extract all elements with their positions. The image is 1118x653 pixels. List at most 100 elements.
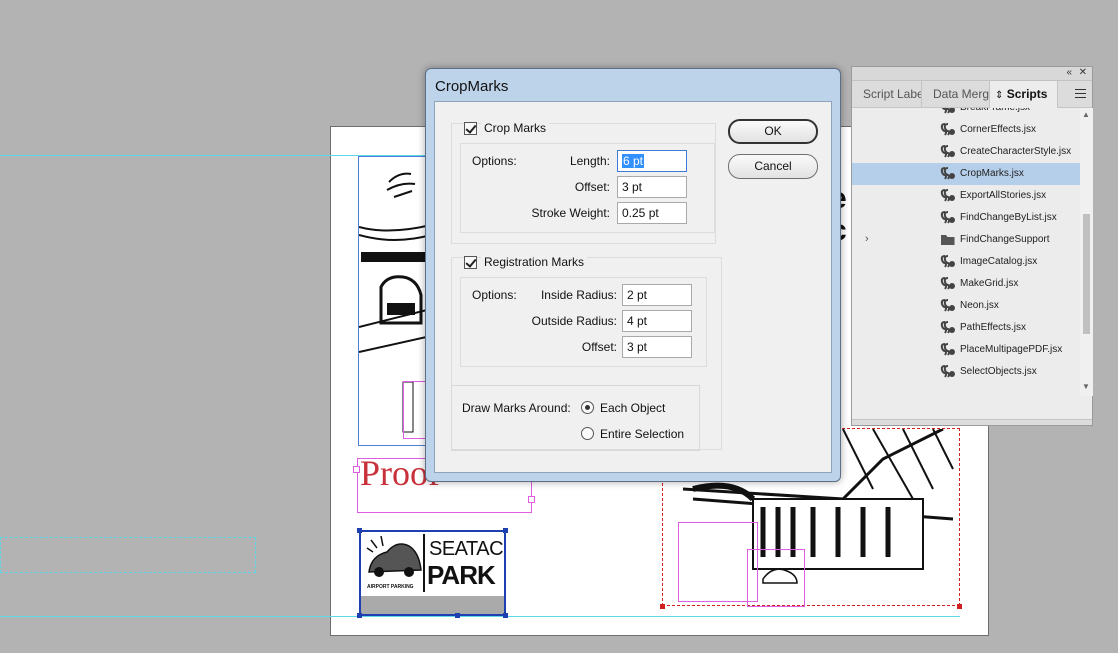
script-row[interactable]: BreakFrame.jsx <box>852 108 1080 119</box>
logo-park-text: PARK <box>427 560 496 590</box>
script-name: FindChangeByList.jsx <box>960 212 1057 223</box>
each-object-radio[interactable] <box>581 401 594 414</box>
reg-offset-field[interactable]: 3 pt <box>622 336 692 358</box>
script-file-icon <box>940 299 955 312</box>
script-row[interactable]: CropMarks.jsx <box>852 163 1080 185</box>
script-name: ExportAllStories.jsx <box>960 190 1047 201</box>
inside-radius-field[interactable]: 2 pt <box>622 284 692 306</box>
length-value: 6 pt <box>622 154 645 168</box>
frame-handle[interactable] <box>357 528 362 533</box>
script-file-icon <box>940 277 955 290</box>
script-row[interactable]: MakeGrid.jsx <box>852 273 1080 295</box>
script-file-icon <box>940 123 955 136</box>
length-label: Length: <box>569 154 610 168</box>
frame-handle[interactable] <box>357 613 362 618</box>
tab-scripts-label: Scripts <box>1006 87 1048 101</box>
panel-tabs: Script Labe Data Merge ⇕ Scripts <box>852 81 1092 108</box>
image-frame-small-right-a[interactable] <box>678 522 758 602</box>
script-folder-row[interactable]: › FindChangeSupport <box>852 229 1080 251</box>
reg-offset-label: Offset: <box>581 340 617 354</box>
tab-data-merge[interactable]: Data Merge <box>922 81 990 108</box>
script-row[interactable]: ImageCatalog.jsx <box>852 251 1080 273</box>
dialog-body: Crop Marks Options: Length: 6 pt Offset:… <box>434 101 832 473</box>
script-name: CreateCharacterStyle.jsx <box>960 146 1072 157</box>
script-name: PathEffects.jsx <box>960 322 1026 333</box>
registration-marks-checkbox[interactable] <box>464 256 477 269</box>
frame-handle[interactable] <box>957 604 962 609</box>
expand-chevron-icon[interactable]: › <box>865 233 869 245</box>
scroll-up-icon[interactable]: ▲ <box>1082 110 1090 119</box>
image-frame-small-right-b[interactable] <box>747 549 805 607</box>
sort-icon: ⇕ <box>995 90 1004 101</box>
logo-seatac-text: SEATAC <box>429 538 504 560</box>
script-row[interactable]: PlaceMultipagePDF.jsx <box>852 339 1080 361</box>
tab-scripts[interactable]: ⇕ Scripts <box>990 81 1058 108</box>
each-object-label[interactable]: Each Object <box>600 401 665 415</box>
frame-handle[interactable] <box>503 613 508 618</box>
script-name: FindChangeSupport <box>960 234 1050 245</box>
script-file-icon <box>940 365 955 378</box>
scrollbar-thumb[interactable] <box>1083 214 1090 334</box>
empty-text-frame[interactable] <box>0 537 256 573</box>
cropmarks-dialog: CropMarks Crop Marks Options: Length: 6 … <box>425 68 841 482</box>
draw-marks-label: Draw Marks Around: <box>462 401 571 415</box>
cancel-button[interactable]: Cancel <box>728 154 818 179</box>
frame-handle[interactable] <box>528 496 535 503</box>
script-file-icon <box>941 108 955 114</box>
script-row[interactable]: Neon.jsx <box>852 295 1080 317</box>
script-name: PlaceMultipagePDF.jsx <box>960 344 1063 355</box>
script-row[interactable]: CornerEffects.jsx <box>852 119 1080 141</box>
close-panel-icon[interactable]: ✕ <box>1079 67 1087 78</box>
scroll-down-icon[interactable]: ▼ <box>1082 382 1090 391</box>
registration-marks-label: Registration Marks <box>481 255 588 269</box>
entire-selection-radio[interactable] <box>581 427 594 440</box>
length-field[interactable]: 6 pt <box>617 150 687 172</box>
stroke-weight-label: Stroke Weight: <box>531 206 610 220</box>
ok-button[interactable]: OK <box>728 119 818 144</box>
script-file-icon <box>940 321 955 334</box>
script-row[interactable]: FindChangeByList.jsx <box>852 207 1080 229</box>
script-row[interactable]: PathEffects.jsx <box>852 317 1080 339</box>
collapse-panel-icon[interactable]: « <box>1066 67 1072 78</box>
guide-line-bottom[interactable] <box>0 616 960 617</box>
frame-handle[interactable] <box>455 613 460 618</box>
logo-airport-parking: AIRPORT PARKING <box>367 584 414 590</box>
script-file-icon <box>940 167 955 180</box>
script-file-icon <box>940 145 955 158</box>
frame-handle[interactable] <box>353 466 360 473</box>
stroke-weight-field[interactable]: 0.25 pt <box>617 202 687 224</box>
entire-selection-label[interactable]: Entire Selection <box>600 427 684 441</box>
outside-radius-label: Outside Radius: <box>531 314 617 328</box>
script-name: SelectObjects.jsx <box>960 366 1037 377</box>
script-file-icon <box>940 189 955 202</box>
outside-radius-field[interactable]: 4 pt <box>622 310 692 332</box>
script-row[interactable]: ExportAllStories.jsx <box>852 185 1080 207</box>
script-file-icon <box>940 255 955 268</box>
offset-field[interactable]: 3 pt <box>617 176 687 198</box>
script-name: Neon.jsx <box>960 300 999 311</box>
frame-handle[interactable] <box>660 604 665 609</box>
offset-label: Offset: <box>574 180 610 194</box>
panel-menu-icon[interactable] <box>1075 89 1086 101</box>
script-name: BreakFrame.jsx <box>960 108 1030 113</box>
script-file-icon <box>940 211 955 224</box>
script-row[interactable]: CreateCharacterStyle.jsx <box>852 141 1080 163</box>
logo-car-panel: AIRPORT PARKING <box>363 534 425 592</box>
script-row[interactable]: SelectObjects.jsx <box>852 361 1080 383</box>
car-icon <box>366 535 422 577</box>
logo-gray-bar <box>361 596 504 614</box>
crop-marks-label: Crop Marks <box>481 121 550 135</box>
dialog-title: CropMarks <box>435 78 509 95</box>
tab-script-label[interactable]: Script Labe <box>852 81 922 108</box>
crop-options-label: Options: <box>472 154 517 168</box>
frame-handle[interactable] <box>503 528 508 533</box>
reg-options-label: Options: <box>472 288 517 302</box>
panel-resize-bar[interactable] <box>852 419 1092 425</box>
script-name: CornerEffects.jsx <box>960 124 1036 135</box>
crop-marks-checkbox[interactable] <box>464 122 477 135</box>
scripts-scrollbar[interactable]: ▲ ▼ <box>1080 108 1093 396</box>
scripts-list: BreakFrame.jsx CornerEffects.jsx CreateCha… <box>852 108 1080 396</box>
script-name: CropMarks.jsx <box>960 168 1024 179</box>
seatac-park-logo[interactable]: AIRPORT PARKING SEATAC PARK <box>359 530 506 616</box>
scripts-panel: « ✕ Script Labe Data Merge ⇕ Scripts Bre… <box>851 66 1093 426</box>
